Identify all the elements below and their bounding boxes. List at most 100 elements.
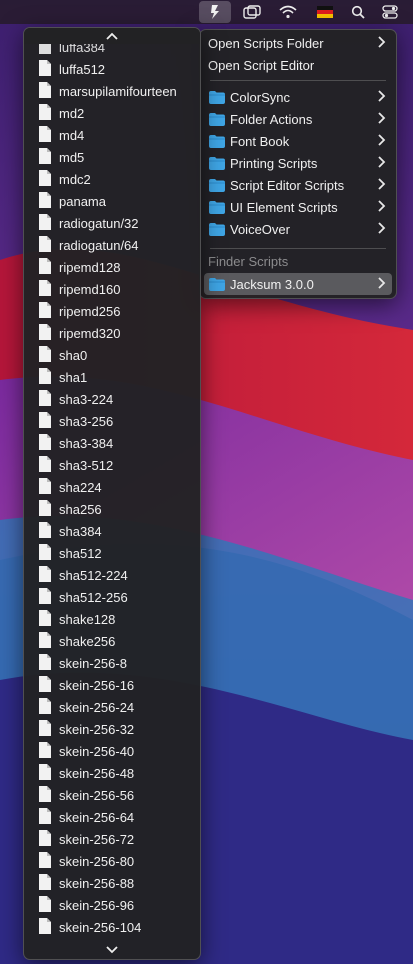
jacksum-folder-label: Jacksum 3.0.0 [230, 276, 314, 292]
document-icon [39, 654, 51, 670]
list-item[interactable]: md2 [24, 102, 200, 124]
folder-item-script-editor-scripts[interactable]: Script Editor Scripts [204, 174, 392, 196]
menu-separator [210, 80, 386, 81]
list-item[interactable]: sha512-256 [24, 586, 200, 608]
list-item[interactable]: ripemd320 [24, 322, 200, 344]
list-item[interactable]: sha3-256 [24, 410, 200, 432]
list-item-label: sha512-224 [59, 567, 128, 583]
list-item[interactable]: md5 [24, 146, 200, 168]
open-scripts-folder-item[interactable]: Open Scripts Folder [204, 32, 392, 54]
list-item[interactable]: skein-256-56 [24, 784, 200, 806]
list-item-label: panama [59, 193, 106, 209]
document-icon [39, 126, 51, 142]
list-item[interactable]: radiogatun/32 [24, 212, 200, 234]
list-item[interactable]: ripemd128 [24, 256, 200, 278]
search-icon[interactable] [343, 1, 373, 23]
chevron-right-icon [378, 277, 386, 289]
document-icon [39, 610, 51, 626]
list-item-label: ripemd320 [59, 325, 121, 341]
list-item[interactable]: skein-256-48 [24, 762, 200, 784]
list-item[interactable]: sha512 [24, 542, 200, 564]
list-item-label: skein-256-72 [59, 831, 135, 847]
list-item[interactable]: skein-256-88 [24, 872, 200, 894]
list-item-label: ripemd128 [59, 259, 121, 275]
list-item[interactable]: skein-256-32 [24, 718, 200, 740]
list-item[interactable]: marsupilamifourteen [24, 80, 200, 102]
german-flag-icon[interactable] [310, 1, 340, 23]
document-icon [39, 434, 51, 450]
list-item[interactable]: skein-256-16 [24, 674, 200, 696]
control-center-icon[interactable] [375, 1, 405, 23]
list-item-label: skein-256-88 [59, 875, 135, 891]
list-item[interactable]: skein-256-40 [24, 740, 200, 762]
list-item[interactable]: sha3-512 [24, 454, 200, 476]
list-item[interactable]: shake256 [24, 630, 200, 652]
script-menu-icon[interactable] [199, 1, 231, 23]
list-item[interactable]: sha1 [24, 366, 200, 388]
folder-item-voiceover[interactable]: VoiceOver [204, 218, 392, 240]
folder-item-colorsync[interactable]: ColorSync [204, 86, 392, 108]
document-icon [39, 852, 51, 868]
list-item-label: skein-256-64 [59, 809, 135, 825]
list-item[interactable]: sha256 [24, 498, 200, 520]
folder-icon [209, 91, 225, 104]
list-item[interactable]: ripemd256 [24, 300, 200, 322]
list-item[interactable]: skein-256-80 [24, 850, 200, 872]
list-item[interactable]: panama [24, 190, 200, 212]
list-item-label: radiogatun/32 [59, 215, 139, 231]
document-icon [39, 456, 51, 472]
chevron-right-icon [378, 36, 386, 48]
folder-item-label: ColorSync [230, 89, 290, 105]
list-item[interactable]: ripemd160 [24, 278, 200, 300]
list-item[interactable]: shake128 [24, 608, 200, 630]
folder-item-label: Printing Scripts [230, 155, 318, 171]
list-item[interactable]: sha512-224 [24, 564, 200, 586]
folder-item-ui-element-scripts[interactable]: UI Element Scripts [204, 196, 392, 218]
document-icon [39, 390, 51, 406]
list-item[interactable]: mdc2 [24, 168, 200, 190]
document-icon [39, 148, 51, 164]
windows-icon[interactable] [237, 1, 267, 23]
list-item[interactable]: sha3-224 [24, 388, 200, 410]
open-script-editor-item[interactable]: Open Script Editor [204, 54, 392, 76]
folder-icon [209, 223, 225, 236]
script-menu: Open Scripts Folder Open Script Editor C… [199, 29, 397, 299]
list-item[interactable]: sha384 [24, 520, 200, 542]
list-item[interactable]: sha0 [24, 344, 200, 366]
list-item[interactable]: luffa512 [24, 58, 200, 80]
chevron-right-icon [378, 178, 386, 190]
list-item[interactable]: skein-256-8 [24, 652, 200, 674]
list-item[interactable]: md4 [24, 124, 200, 146]
list-item[interactable]: skein-256-104 [24, 916, 200, 938]
list-item-label: sha256 [59, 501, 102, 517]
document-icon [39, 742, 51, 758]
folder-item-font-book[interactable]: Font Book [204, 130, 392, 152]
document-icon [39, 324, 51, 340]
document-icon [39, 368, 51, 384]
document-icon [39, 830, 51, 846]
list-item-label: sha3-224 [59, 391, 114, 407]
folder-item-folder-actions[interactable]: Folder Actions [204, 108, 392, 130]
folder-item-printing-scripts[interactable]: Printing Scripts [204, 152, 392, 174]
list-item-label: sha3-384 [59, 435, 114, 451]
list-item[interactable]: radiogatun/64 [24, 234, 200, 256]
scroll-down-arrow[interactable] [24, 943, 200, 957]
list-item-label: mdc2 [59, 171, 91, 187]
list-item[interactable]: sha224 [24, 476, 200, 498]
folder-item-label: UI Element Scripts [230, 199, 338, 215]
document-icon [39, 280, 51, 296]
list-item[interactable]: skein-256-96 [24, 894, 200, 916]
document-icon [39, 214, 51, 230]
wifi-icon[interactable] [273, 1, 303, 23]
jacksum-folder-item[interactable]: Jacksum 3.0.0 [204, 273, 392, 295]
menu-bar [0, 0, 413, 24]
open-script-editor-label: Open Script Editor [208, 57, 315, 73]
scroll-up-arrow[interactable] [24, 28, 200, 44]
document-icon [39, 412, 51, 428]
list-item[interactable]: sha3-384 [24, 432, 200, 454]
finder-scripts-header: Finder Scripts [208, 254, 289, 269]
list-item[interactable]: skein-256-24 [24, 696, 200, 718]
list-item[interactable]: skein-256-72 [24, 828, 200, 850]
list-item[interactable]: skein-256-64 [24, 806, 200, 828]
list-item-label: luffa512 [59, 61, 106, 77]
